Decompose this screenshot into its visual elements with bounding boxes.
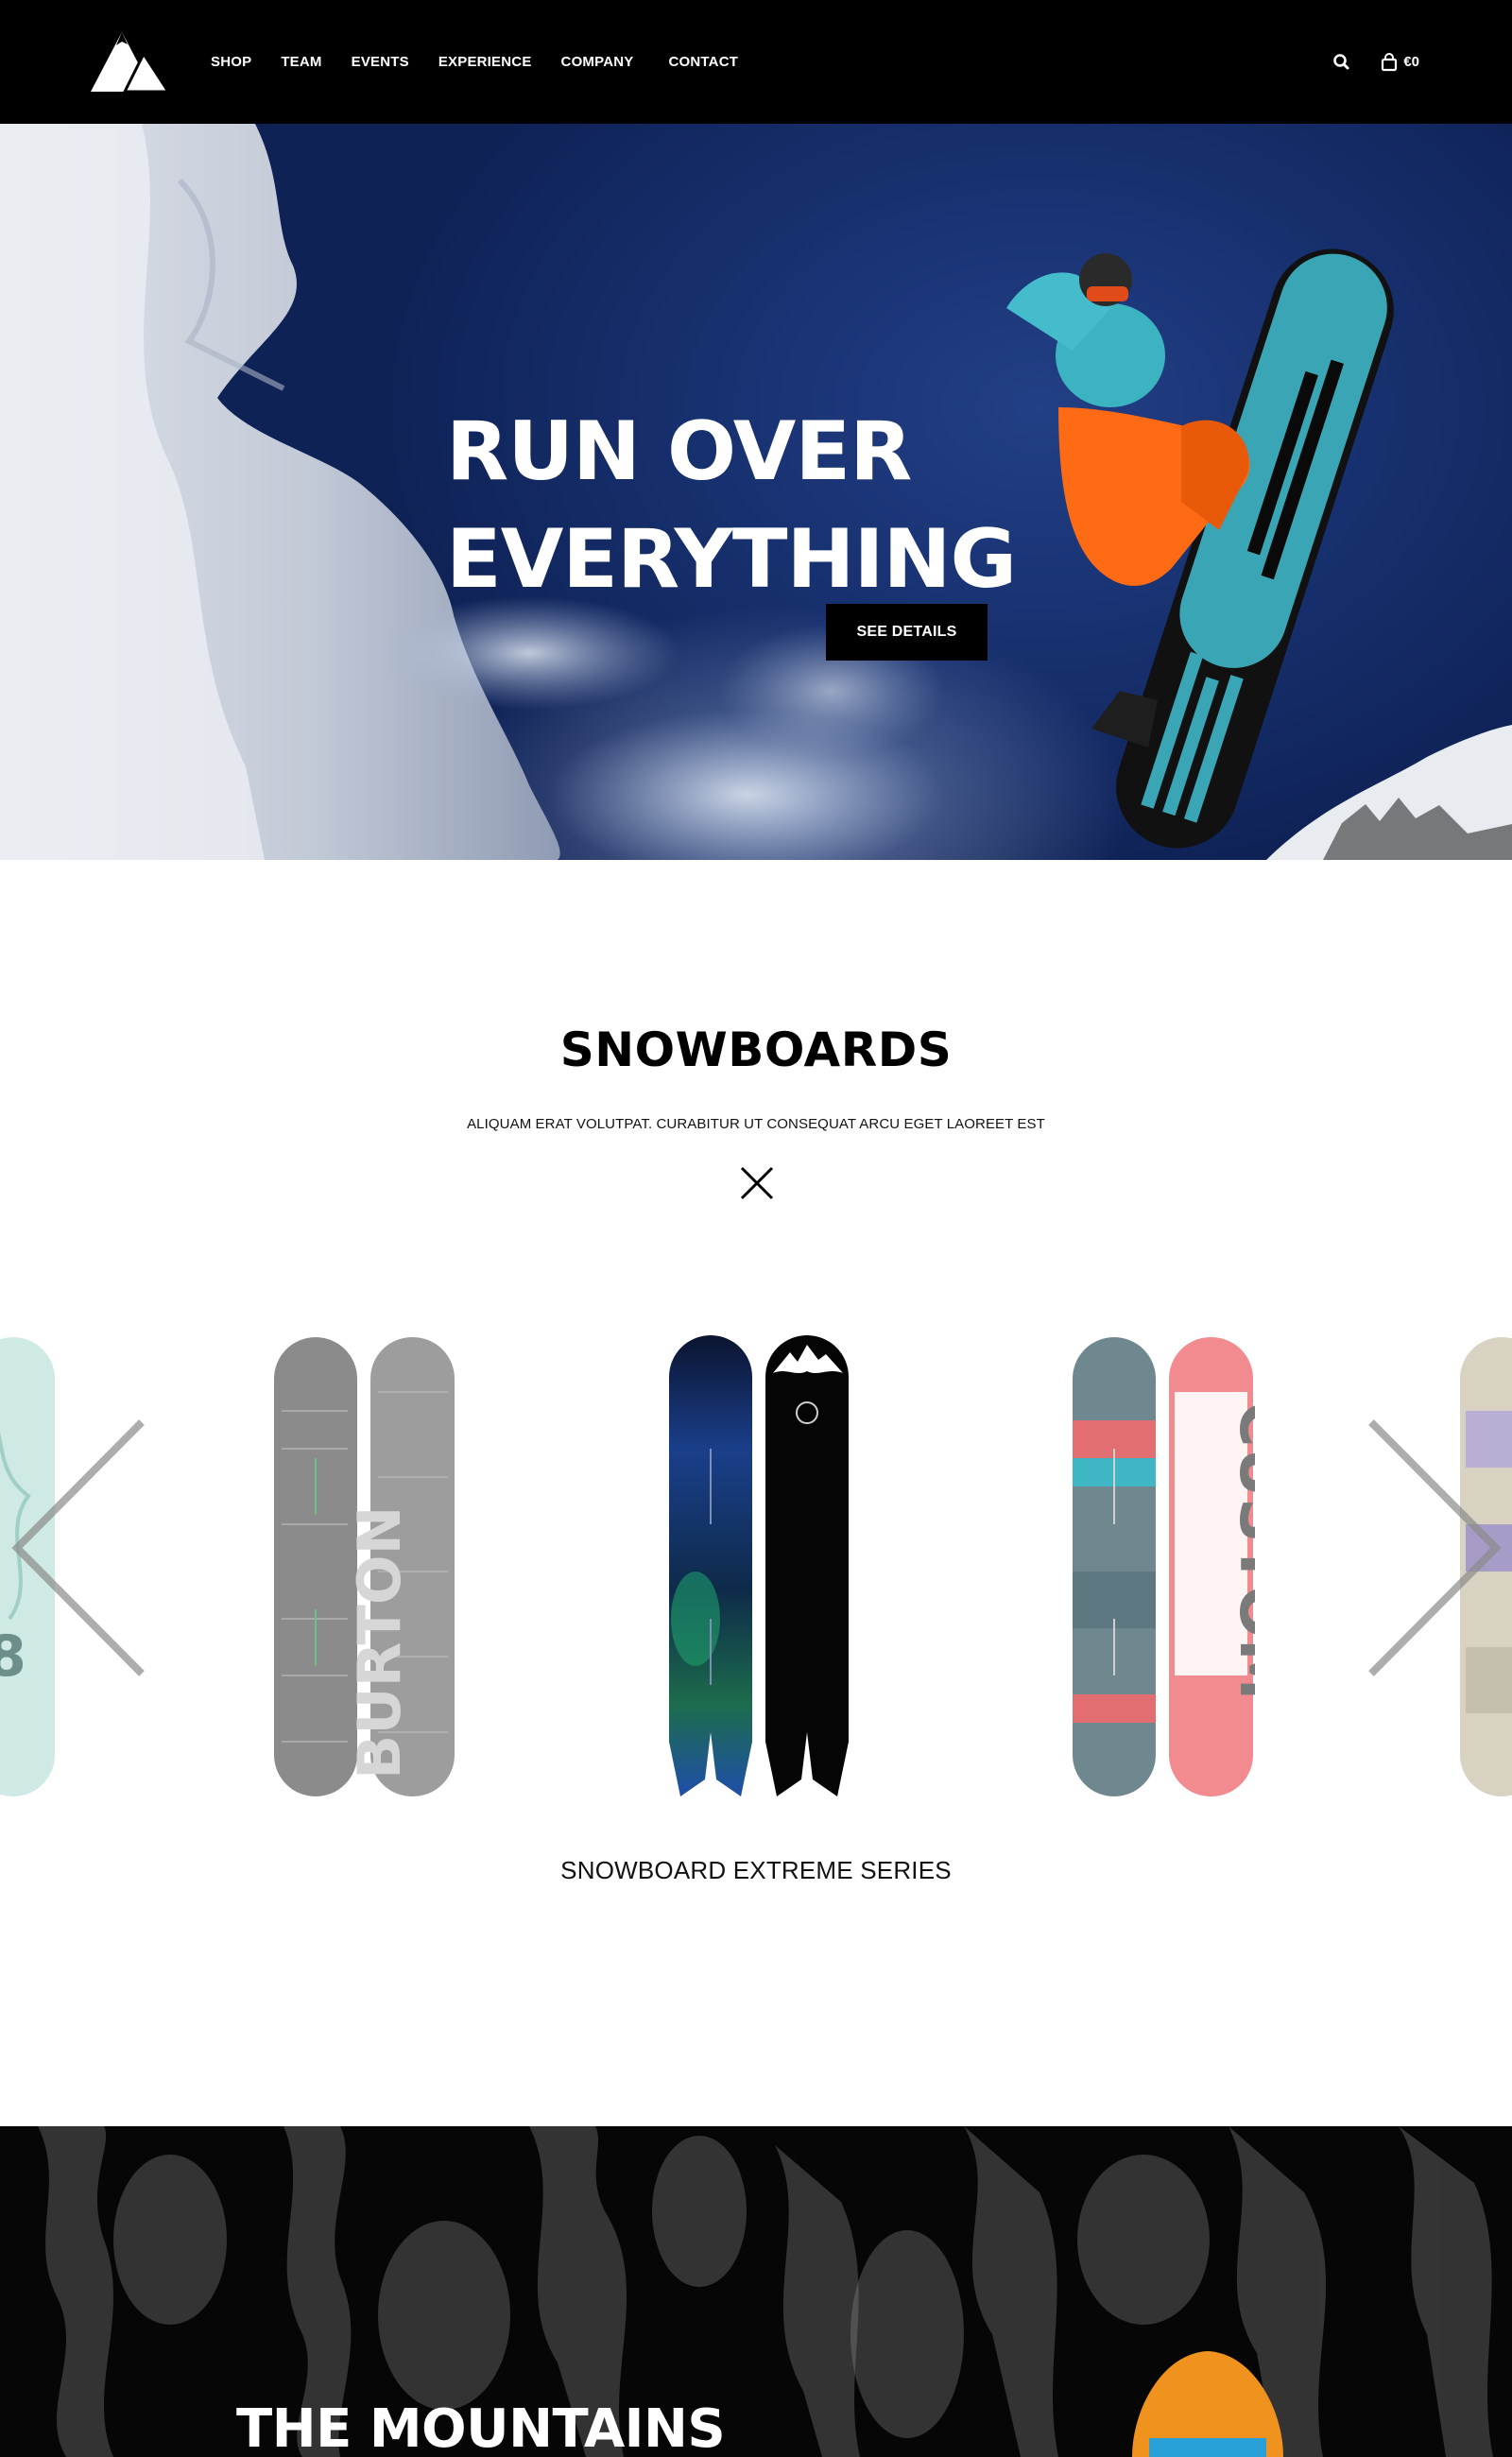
nav-shop[interactable]: SHOP [211,54,251,70]
search-icon[interactable] [1332,52,1352,73]
nav-experience[interactable]: EXPERIENCE [438,54,532,70]
shopping-bag-icon [1382,52,1398,71]
snowboard-burton[interactable]: BURTON [272,1335,456,1798]
nav-actions: €0 [1332,0,1419,124]
svg-text:CUSTOM: CUSTOM [1226,1401,1255,1700]
nav-team[interactable]: TEAM [281,54,321,70]
mountains-title: THE MOUNTAINS [236,2398,726,2457]
mountain-logo-icon[interactable] [91,29,168,92]
chevron-right-icon[interactable] [1366,1418,1503,1678]
chevron-left-icon[interactable] [9,1418,146,1678]
see-details-button[interactable]: SEE DETAILS [826,604,988,661]
x-mark-icon [740,1166,774,1200]
nav-company[interactable]: COMPANY [561,54,634,70]
snowboards-section-title: SNOWBOARDS [559,1022,953,1077]
nav-contact[interactable]: CONTACT [669,54,739,70]
cart-button[interactable]: €0 [1381,52,1419,72]
hero-title: RUN OVER EVERYTHING [446,398,1032,613]
hero-title-line-1: RUN OVER [446,404,912,499]
hero-banner: RUN OVER EVERYTHING SEE DETAILS [0,124,1512,860]
cart-total: €0 [1403,54,1419,70]
mountains-background-image [38,2126,1493,2457]
nav-events[interactable]: EVENTS [352,54,409,70]
hero-title-line-2: EVERYTHING [446,511,1017,607]
snowboard-extreme-series[interactable] [667,1335,851,1798]
snowboards-section-subtitle: ALIQUAM ERAT VOLUTPAT. CURABITUR UT CONS… [467,1116,1045,1132]
top-navigation-bar: SHOP TEAM EVENTS EXPERIENCE COMPANY CONT… [0,0,1512,124]
snowboard-custom[interactable]: CUSTOM [1071,1335,1255,1798]
mountains-section: THE MOUNTAINS [0,2126,1512,2457]
product-name[interactable]: SNOWBOARD EXTREME SERIES [0,1856,1512,1885]
main-menu: SHOP TEAM EVENTS EXPERIENCE COMPANY CONT… [211,0,767,124]
snowboard-carousel: 8 BURTON CUSTOM [0,1328,1512,1800]
svg-text:BURTON: BURTON [345,1506,414,1779]
